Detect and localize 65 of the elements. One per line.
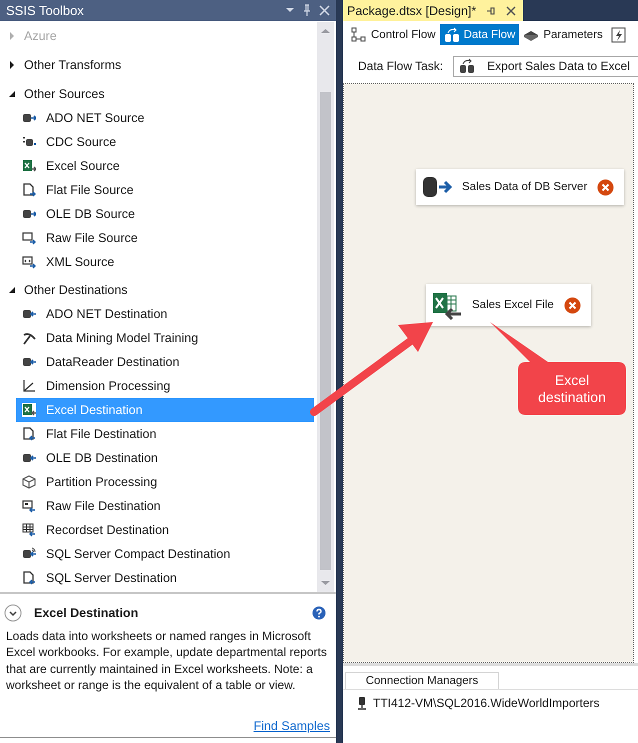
toolbox-item[interactable]: CDC Source [16,130,314,154]
description-text: Loads data into worksheets or named ranges in Microsoft Excel workbooks. For example, update departmental reports that are currently maintained in Excel worksheets. Note: a worksheet or range is the equivalent of a table or view. [6,628,328,694]
toolbox-item[interactable]: Flat File Source [16,178,314,202]
scrollbar-thumb[interactable] [320,92,331,570]
designer-tab[interactable]: Control Flow [347,24,440,45]
table-icon [22,522,36,537]
scrollbar[interactable] [317,22,334,592]
component-node[interactable]: Sales Excel File [426,284,591,326]
cube-icon [22,474,36,489]
axis-icon [22,378,36,393]
collapse-icon [8,90,16,98]
expand-icon [8,61,16,70]
collapse-icon [8,286,16,294]
field-label: Data Flow Task: [358,59,444,73]
scroll-down-icon[interactable] [321,580,330,586]
spreadsheet-icon [432,290,462,320]
close-icon[interactable] [506,6,516,16]
callout-text: Excel destination [537,370,607,406]
database-icon [22,546,36,561]
window-icon [22,498,36,513]
file-icon [22,182,36,197]
window-icon [22,230,36,245]
database-icon [444,26,460,42]
designer-tab[interactable]: Parameters [519,24,607,45]
toolbox-item[interactable]: Data Mining Model Training [16,326,314,350]
task-dropdown[interactable]: Export Sales Data to Excel [453,56,638,76]
database-icon [459,58,476,74]
flow-icon [351,26,367,42]
designer-tab[interactable]: Data Flow [440,24,520,45]
toolbox-item[interactable]: DataReader Destination [16,350,314,374]
collapse-button[interactable] [4,604,22,622]
toolbox-item[interactable]: Excel Source [16,154,314,178]
file-icon [22,426,36,441]
document-tab[interactable]: Package.dtsx [Design]* [343,0,524,21]
group-header[interactable]: Other Transforms [4,50,314,80]
toolbox-item[interactable]: SQL Server Compact Destination [16,542,314,566]
toolbox-item[interactable]: SQL Server Destination [16,566,314,590]
pin-icon[interactable] [486,6,496,16]
toolbox-item[interactable]: OLE DB Source [16,202,314,226]
toolbox-item[interactable]: Raw File Destination [16,494,314,518]
spreadsheet-icon [22,158,36,173]
spreadsheet-icon [22,402,36,417]
find-samples-link[interactable]: Find Samples [254,719,330,733]
component-node[interactable]: Sales Data of DB Server [416,169,624,205]
toolbox-item[interactable]: Partition Processing [16,470,314,494]
toolbox-item[interactable]: Raw File Source [16,226,314,250]
toolbox-item[interactable]: Dimension Processing [16,374,314,398]
panel-title: SSIS Toolbox [6,2,84,18]
toolbox-item[interactable]: Recordset Destination [16,518,314,542]
window-icon [22,254,36,269]
pickaxe-icon [22,330,36,345]
toolbox-item[interactable]: Flat File Destination [16,422,314,446]
database-icon [22,134,36,149]
help-icon[interactable] [312,606,326,620]
scroll-up-icon[interactable] [321,28,330,34]
lightning-icon [610,26,627,42]
toolbox-item[interactable]: XML Source [16,250,314,274]
connection-managers-tab[interactable]: Connection Managers [345,672,499,689]
expand-icon [8,32,16,40]
database-icon [422,175,452,199]
connection-item[interactable]: TTI412-VM\SQL2016.WideWorldImporters [343,690,638,710]
toolbox-item[interactable]: OLE DB Destination [16,446,314,470]
description-title: Excel Destination [34,606,140,620]
file-icon [22,570,36,585]
server-icon [357,696,367,710]
